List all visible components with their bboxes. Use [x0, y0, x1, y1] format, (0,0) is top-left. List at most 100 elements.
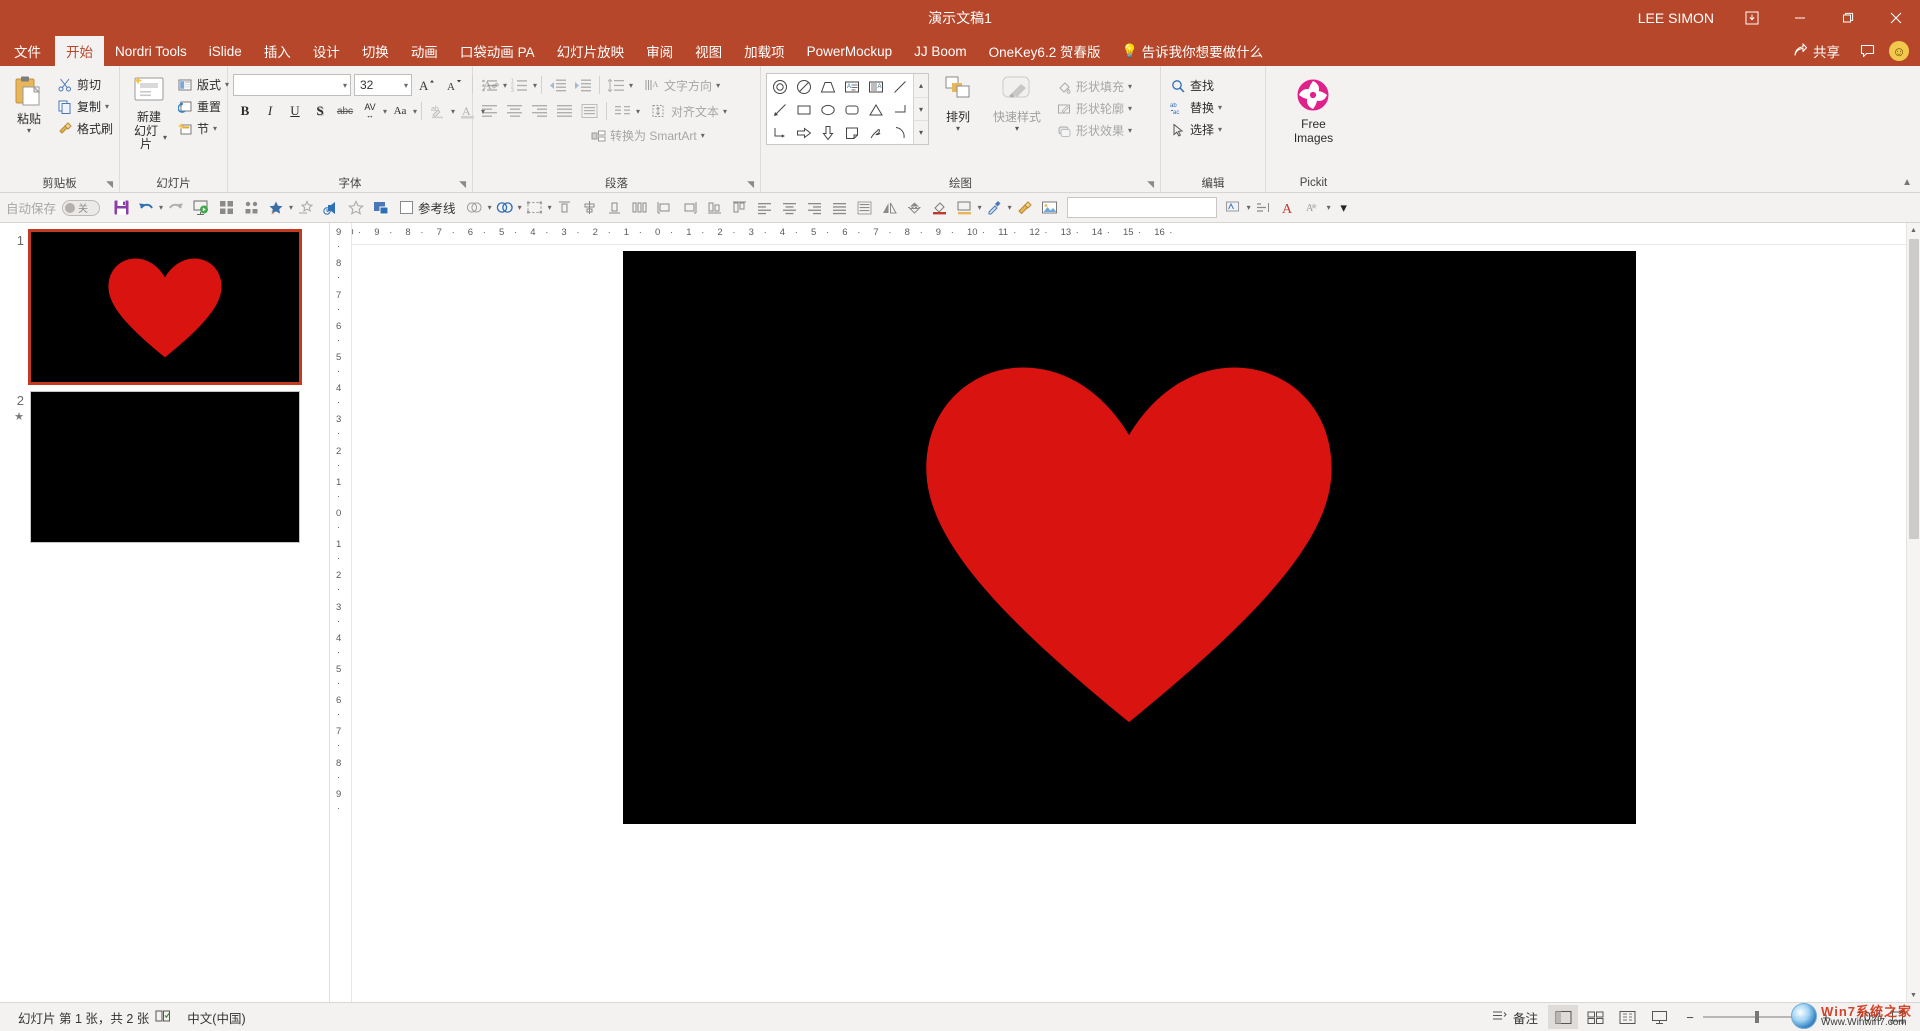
align-left-button[interactable]	[478, 100, 502, 122]
zoom-track[interactable]	[1703, 1016, 1813, 1018]
selection-pane-icon[interactable]	[369, 196, 393, 220]
justify-button[interactable]	[553, 100, 577, 122]
shapes-gallery[interactable]: A A	[766, 73, 929, 145]
select-objects-icon[interactable]	[523, 196, 547, 220]
shape-fill-caret[interactable]: ▾	[1128, 82, 1132, 91]
select-caret[interactable]: ▾	[1218, 125, 1222, 134]
shape-effects-button[interactable]: 形状效果 ▾	[1052, 120, 1136, 141]
section-button[interactable]: 节 ▾	[173, 118, 233, 139]
select-objects-caret[interactable]: ▾	[548, 203, 552, 212]
slide-sorter-view-button[interactable]	[1580, 1005, 1610, 1029]
numbering-caret[interactable]: ▾	[533, 81, 537, 90]
font-size-combo[interactable]: 32 ▾	[354, 74, 412, 96]
quick-font-color-caret[interactable]: ▾	[1247, 203, 1251, 212]
favorite-star-icon[interactable]	[344, 196, 368, 220]
account-smiley-icon[interactable]: ☺	[1884, 36, 1914, 66]
shape-outline-button[interactable]: 形状轮廓 ▾	[1052, 98, 1136, 119]
scroll-down-arrow[interactable]: ▼	[1907, 988, 1920, 1002]
animation-star-icon[interactable]: ×	[264, 196, 288, 220]
tell-me-search[interactable]: 💡 告诉我你想要做什么	[1111, 36, 1273, 66]
notes-button[interactable]: 备注	[1484, 1008, 1546, 1027]
arrow-line-shape[interactable]	[768, 98, 792, 121]
italic-button[interactable]: I	[258, 100, 282, 122]
quick-styles-button[interactable]: 快速样式 ▾	[987, 73, 1047, 135]
trapezoid-shape[interactable]	[816, 75, 840, 98]
increase-indent-button[interactable]	[571, 74, 595, 96]
copy-button[interactable]: 复制 ▾	[53, 96, 117, 117]
bullets-button[interactable]	[478, 74, 502, 96]
quick-font-color-icon[interactable]	[1222, 196, 1246, 220]
tab-home[interactable]: 开始	[55, 36, 104, 66]
zoom-slider[interactable]: − +	[1676, 1010, 1840, 1025]
align-top-icon[interactable]	[553, 196, 577, 220]
tab-insert[interactable]: 插入	[253, 36, 302, 66]
big-a-icon[interactable]: A	[1277, 196, 1301, 220]
scroll-up-arrow[interactable]: ▲	[1907, 223, 1920, 237]
guides-checkbox[interactable]	[400, 201, 413, 214]
zoom-knob[interactable]	[1755, 1011, 1759, 1023]
convert-to-smartart-button[interactable]: 转换为 SmartArt ▾	[586, 125, 709, 146]
tab-transitions[interactable]: 切换	[351, 36, 400, 66]
user-account-name[interactable]: LEE SIMON	[1624, 10, 1728, 26]
merge-shapes-icon[interactable]	[463, 196, 487, 220]
share-button[interactable]: 共享	[1783, 36, 1850, 66]
change-case-button[interactable]: Aa	[388, 100, 412, 122]
shape-combine-icon[interactable]	[493, 196, 517, 220]
shape-outline-caret[interactable]: ▾	[1128, 104, 1132, 113]
elbow-connector-shape[interactable]	[888, 98, 912, 121]
tab-powermockup[interactable]: PowerMockup	[796, 36, 904, 66]
comments-icon[interactable]	[1852, 36, 1882, 66]
character-spacing-button[interactable]: AV ↔	[358, 100, 382, 122]
find-button[interactable]: 查找	[1166, 75, 1226, 96]
text-direction-caret[interactable]: ▾	[716, 81, 720, 90]
start-slideshow-icon[interactable]	[189, 196, 213, 220]
distribute-horizontal-icon[interactable]	[628, 196, 652, 220]
line-spacing-button[interactable]	[604, 74, 628, 96]
close-button[interactable]	[1872, 0, 1920, 36]
rectangle-shape[interactable]	[792, 98, 816, 121]
format-painter-quick-icon[interactable]	[1013, 196, 1037, 220]
tab-jj-boom[interactable]: JJ Boom	[903, 36, 978, 66]
zoom-in-button[interactable]: +	[1820, 1010, 1832, 1025]
quick-font-combo[interactable]	[1067, 197, 1217, 218]
new-slide-dropdown-caret[interactable]: ▾	[163, 133, 167, 142]
flip-vertical-icon[interactable]	[903, 196, 927, 220]
shapes-scroll-up[interactable]: ▴	[914, 74, 928, 98]
arrange-caret[interactable]: ▾	[956, 124, 960, 133]
align-middle-icon[interactable]	[728, 196, 752, 220]
align-right-objects-icon[interactable]	[678, 196, 702, 220]
slideshow-view-button[interactable]	[1644, 1005, 1674, 1029]
zoom-out-button[interactable]: −	[1684, 1010, 1696, 1025]
language-status[interactable]: 中文(中国)	[179, 1008, 253, 1027]
columns-caret[interactable]: ▾	[636, 107, 640, 116]
text-highlight-button[interactable]: ab	[426, 100, 450, 122]
picture-icon[interactable]	[1038, 196, 1062, 220]
tab-islide[interactable]: iSlide	[198, 36, 253, 66]
align-left-text-icon[interactable]	[753, 196, 777, 220]
normal-view-button[interactable]	[1548, 1005, 1578, 1029]
text-highlight-caret[interactable]: ▾	[451, 107, 455, 116]
undo-icon[interactable]	[134, 196, 158, 220]
tab-nordri-tools[interactable]: Nordri Tools	[104, 36, 198, 66]
paragraph-dialog-launcher[interactable]: ◥	[747, 179, 754, 190]
shape-combine-caret[interactable]: ▾	[518, 203, 522, 212]
rounded-rectangle-shape[interactable]	[840, 98, 864, 121]
autosave-toggle[interactable]: 自动保存 关	[6, 198, 108, 217]
format-painter-button[interactable]: 格式刷	[53, 118, 117, 139]
align-left-objects-icon[interactable]	[653, 196, 677, 220]
shapes-scroll-down[interactable]: ▾	[914, 98, 928, 122]
animation-audio-icon[interactable]	[319, 196, 343, 220]
free-images-button[interactable]: Free Images	[1288, 76, 1339, 147]
font-name-combo[interactable]: ▾	[233, 74, 351, 96]
slide-count-status[interactable]: 幻灯片 第 1 张，共 2 张	[10, 1008, 179, 1027]
replace-button[interactable]: abac 替换 ▾	[1166, 97, 1226, 118]
elbow-arrow-connector-shape[interactable]	[768, 121, 792, 144]
vertical-text-box-shape[interactable]: A	[864, 75, 888, 98]
tab-onekey[interactable]: OneKey6.2 贺春版	[978, 36, 1112, 66]
bold-button[interactable]: B	[233, 100, 257, 122]
align-bottom-icon[interactable]	[603, 196, 627, 220]
change-case-caret[interactable]: ▾	[413, 107, 417, 116]
tab-animations[interactable]: 动画	[400, 36, 449, 66]
restore-button[interactable]	[1824, 0, 1872, 36]
animation-pane-icon[interactable]	[294, 196, 318, 220]
